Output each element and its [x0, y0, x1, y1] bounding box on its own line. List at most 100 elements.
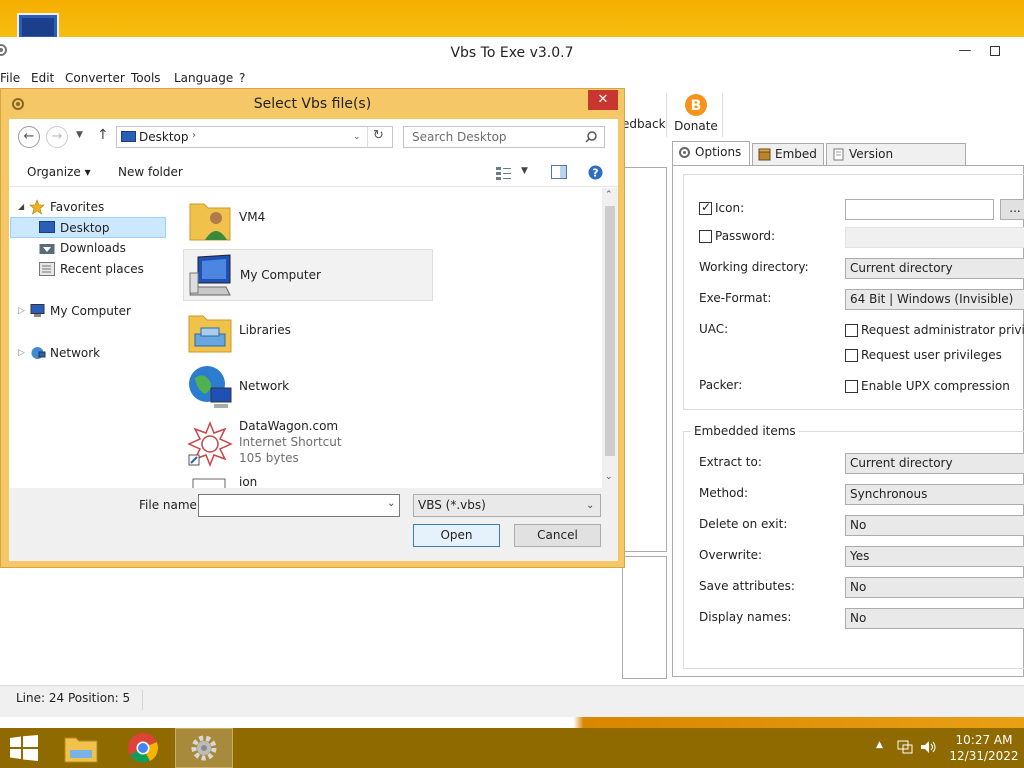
taskbar-chrome[interactable] [114, 728, 172, 768]
file-item-ion[interactable]: ion [183, 473, 433, 488]
taskbar-vbs-to-exe[interactable] [175, 728, 233, 768]
nav-favorites[interactable]: ◢ Favorites [9, 197, 174, 218]
minimize-button[interactable]: — [950, 37, 980, 65]
gear-icon [679, 147, 690, 158]
file-item-network[interactable]: Network [183, 361, 433, 413]
menu-help[interactable]: ? [239, 71, 245, 85]
tab-version-information[interactable]: Version information [826, 143, 966, 181]
organize-menu[interactable]: Organize ▾ [27, 165, 91, 179]
back-button[interactable]: ← [18, 126, 40, 148]
password-checkbox[interactable] [699, 230, 712, 243]
working-directory-select[interactable]: Current directory [845, 258, 1024, 279]
preview-pane-icon[interactable] [551, 165, 567, 179]
libraries-folder-icon [188, 315, 232, 353]
donate-label: Donate [674, 119, 718, 133]
upx-checkbox[interactable] [845, 380, 858, 393]
file-item-my-computer[interactable]: My Computer [183, 249, 433, 301]
tab-options[interactable]: Options [672, 141, 750, 165]
icon-label: Icon: [715, 201, 745, 215]
icon-path-input[interactable] [845, 199, 994, 220]
file-type-select[interactable]: VBS (*.vbs) ⌄ [413, 494, 601, 517]
view-dropdown-icon[interactable]: ▼ [521, 166, 528, 176]
recent-locations-chevron-icon[interactable]: ▼ [76, 130, 83, 140]
forward-button[interactable]: → [46, 126, 68, 148]
file-name-dropdown-icon[interactable]: ⌄ [387, 498, 395, 509]
nav-downloads[interactable]: Downloads [9, 238, 174, 259]
dialog-title: Select Vbs file(s) [253, 96, 372, 112]
nav-desktop[interactable]: Desktop [10, 217, 166, 238]
file-name: VM4 [239, 210, 266, 224]
nav-recent-places[interactable]: Recent places [9, 259, 174, 280]
nav-network[interactable]: ▷ Network [9, 343, 174, 364]
taskbar-file-explorer[interactable] [54, 728, 112, 768]
expanded-chevron-icon[interactable]: ◢ [18, 197, 24, 217]
menu-converter[interactable]: Converter [65, 71, 125, 85]
clock-date: 12/31/2022 [949, 749, 1019, 763]
open-button[interactable]: Open [413, 524, 500, 547]
scroll-up-icon[interactable]: ⌃ [605, 190, 613, 200]
address-dropdown-icon[interactable]: ⌄ [353, 132, 361, 142]
method-select[interactable]: Synchronous [845, 484, 1024, 505]
file-type-dropdown-icon[interactable]: ⌄ [586, 495, 594, 516]
up-arrow-icon[interactable]: ↑ [97, 127, 109, 143]
view-options-icon[interactable] [496, 166, 512, 180]
new-folder-button[interactable]: New folder [118, 165, 183, 179]
script-editor[interactable] [622, 167, 667, 552]
system-clock[interactable]: 10:27 AM 12/31/2022 [948, 732, 1020, 764]
address-bar[interactable]: Desktop › ⌄ ↻ [116, 126, 393, 148]
network-globe-icon [189, 366, 232, 408]
scrollbar-thumb[interactable] [605, 206, 615, 456]
menu-edit[interactable]: Edit [31, 71, 54, 85]
password-label: Password: [715, 229, 776, 243]
menu-tools[interactable]: Tools [131, 71, 161, 85]
password-input[interactable] [845, 227, 1024, 248]
exe-format-select[interactable]: 64 Bit | Windows (Invisible) [845, 289, 1024, 310]
save-attributes-select[interactable]: No [845, 577, 1024, 598]
dialog-close-button[interactable]: ✕ [588, 90, 618, 110]
file-name-input[interactable]: ⌄ [198, 494, 400, 517]
show-hidden-icons-icon[interactable]: ▲ [876, 740, 883, 750]
uac-user-checkbox[interactable] [845, 349, 858, 362]
overwrite-select[interactable]: Yes [845, 546, 1024, 567]
desktop-icon [39, 221, 55, 233]
tab-embed[interactable]: Embed [752, 143, 824, 165]
icon-browse-button[interactable]: ... [1000, 199, 1024, 220]
file-item-datawagon[interactable]: DataWagon.com Internet Shortcut 105 byte… [183, 417, 433, 469]
volume-icon[interactable] [920, 740, 938, 754]
search-icon[interactable] [585, 131, 597, 143]
extract-to-select[interactable]: Current directory [845, 453, 1024, 474]
file-item-libraries[interactable]: Libraries [183, 305, 433, 357]
desktop-computer-icon[interactable] [16, 10, 60, 40]
output-pane[interactable] [622, 556, 667, 679]
menu-language[interactable]: Language [174, 71, 233, 85]
status-text: Line: 24 Position: 5 [16, 691, 131, 705]
menu-file[interactable]: File [0, 71, 20, 85]
network-tray-icon[interactable] [897, 740, 913, 754]
start-button[interactable] [0, 728, 48, 768]
nav-recent-places-label: Recent places [60, 262, 144, 276]
nav-my-computer[interactable]: ▷ My Computer [9, 301, 174, 322]
file-list-scrollbar[interactable]: ⌃ ⌄ [602, 188, 618, 488]
uac-user-label: Request user privileges [861, 348, 1002, 362]
app-gear-icon[interactable] [0, 43, 8, 57]
icon-checkbox[interactable]: ✓ [699, 200, 712, 215]
exe-format-label: Exe-Format: [699, 291, 772, 305]
breadcrumb-chevron-icon[interactable]: › [192, 130, 196, 141]
scroll-down-icon[interactable]: ⌄ [605, 472, 613, 482]
display-names-select[interactable]: No [845, 608, 1024, 629]
uac-admin-checkbox[interactable] [845, 324, 858, 337]
search-input[interactable]: Search Desktop [403, 126, 605, 148]
donate-button[interactable]: B Donate [672, 93, 720, 139]
file-list: VM4 My Computer Libraries Network DataWa… [181, 188, 601, 488]
refresh-icon[interactable]: ↻ [373, 128, 384, 143]
feedback-button[interactable]: edback [622, 93, 666, 139]
collapsed-chevron-icon[interactable]: ▷ [18, 301, 25, 321]
file-item-vm4[interactable]: VM4 [183, 193, 433, 245]
file-name: ion [239, 475, 258, 488]
collapsed-chevron-icon[interactable]: ▷ [18, 343, 25, 363]
cancel-button[interactable]: Cancel [514, 524, 601, 547]
delete-on-exit-label: Delete on exit: [699, 517, 788, 531]
delete-on-exit-select[interactable]: No [845, 515, 1024, 536]
help-icon[interactable]: ? [588, 165, 603, 180]
maximize-button[interactable] [980, 37, 1010, 65]
